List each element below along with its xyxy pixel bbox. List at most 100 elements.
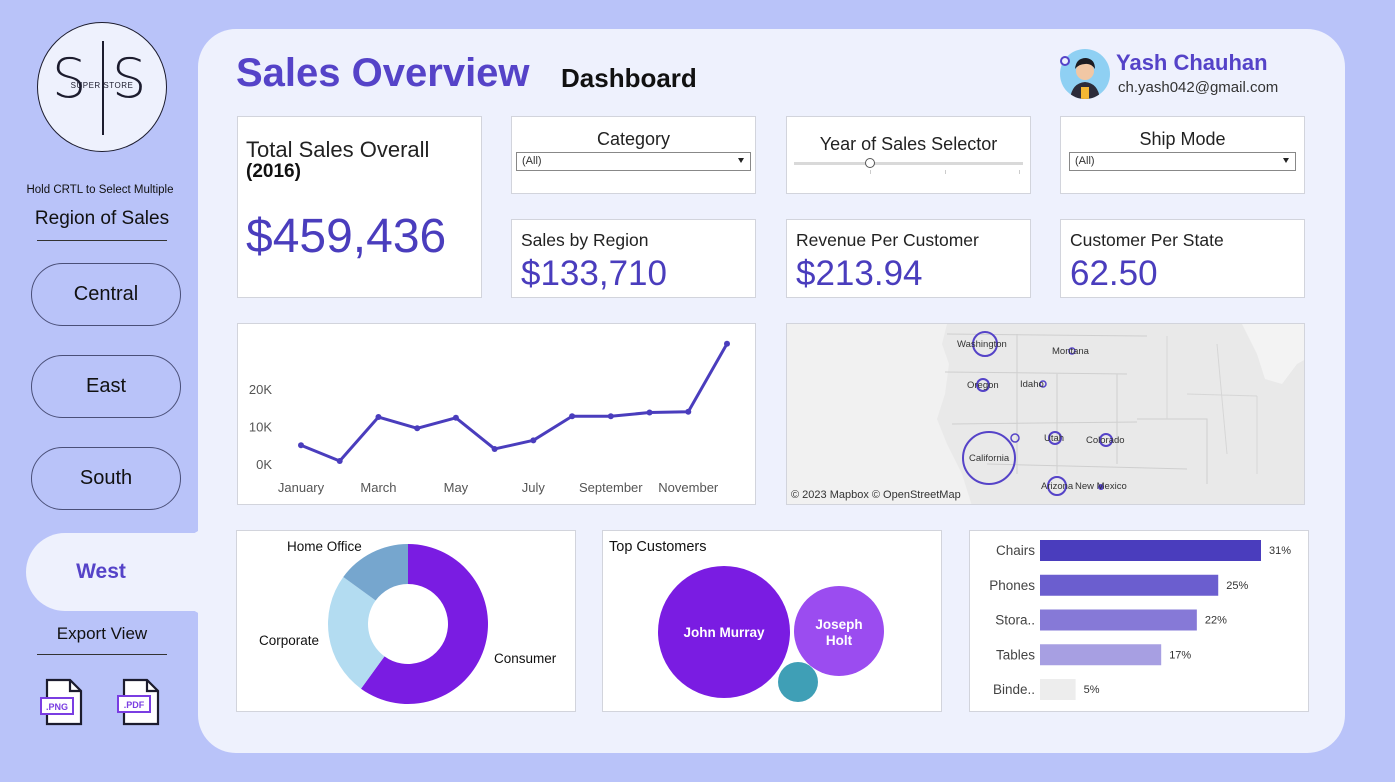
donut-chart-svg: Consumer Corporate Home Office <box>259 539 557 704</box>
map-label-new-mexico: New Mexico <box>1075 481 1127 492</box>
line-point[interactable] <box>646 409 653 416</box>
line-point[interactable] <box>414 425 421 432</box>
bar-value-label: 31% <box>1269 545 1291 557</box>
y-tick-label: 10K <box>249 419 272 434</box>
shipmode-filter-title: Ship Mode <box>1139 129 1226 149</box>
line-point[interactable] <box>452 414 459 421</box>
shipmode-select-value: (All) <box>1075 155 1095 167</box>
map-label-california: California <box>969 453 1010 464</box>
map-label-colorado: Colorado <box>1086 435 1125 446</box>
x-tick-label: May <box>444 480 469 495</box>
bar[interactable] <box>1040 574 1219 596</box>
logo-letter-right: S <box>112 47 147 110</box>
chevron-down-icon <box>1283 158 1289 163</box>
map-label-washington: Washington <box>957 339 1007 350</box>
bar-category-label: Phones <box>989 578 1035 593</box>
bar[interactable] <box>1040 540 1261 561</box>
line-point[interactable] <box>569 413 576 420</box>
category-filter-card: Category (All) <box>511 116 756 194</box>
sales-by-region-value: $133,710 <box>521 254 667 293</box>
region-button-west[interactable]: West <box>26 533 206 611</box>
export-divider <box>37 654 167 655</box>
sales-by-region-label: Sales by Region <box>521 230 649 250</box>
bar[interactable] <box>1040 609 1197 631</box>
map-svg: Washington Montana Oregon Idaho Utah Col… <box>787 324 1304 504</box>
map-label-arizona: Arizona <box>1041 481 1074 492</box>
page-subtitle: Dashboard <box>561 63 697 93</box>
region-title: Region of Sales <box>34 208 170 229</box>
customer-bubble-other[interactable] <box>778 662 818 702</box>
line-point[interactable] <box>607 413 614 420</box>
x-tick-label: January <box>278 480 325 495</box>
top-customers-bubbles: John Murray Joseph Holt <box>658 566 884 702</box>
year-slider-track[interactable] <box>794 162 1023 165</box>
x-tick-label: September <box>579 480 643 495</box>
shipmode-filter-card: Ship Mode (All) <box>1060 116 1305 194</box>
shipmode-select[interactable]: (All) <box>1069 152 1296 171</box>
line-point[interactable] <box>375 414 382 421</box>
bar-value-label: 25% <box>1226 580 1248 592</box>
bar-chart-svg: Chairs 31% Phones 25% Stora.. 22% Tables 17% Bin… <box>989 540 1291 700</box>
line-point[interactable] <box>491 445 498 452</box>
export-pdf-icon[interactable]: .PDF <box>117 678 163 726</box>
region-button-east[interactable]: East <box>31 355 181 418</box>
category-select-value: (All) <box>522 155 542 167</box>
map-label-idaho: Idaho <box>1020 379 1044 390</box>
sales-map[interactable]: Washington Montana Oregon Idaho Utah Col… <box>786 323 1305 505</box>
map-label-montana: Montana <box>1052 346 1090 357</box>
line-point[interactable] <box>336 457 343 464</box>
y-tick-label: 20K <box>249 382 272 397</box>
region-button-south[interactable]: South <box>31 447 181 510</box>
line-point[interactable] <box>298 442 304 449</box>
superstore-logo: S S SUPER STORE <box>37 22 167 152</box>
region-divider <box>37 240 167 241</box>
monthly-sales-line-chart: 0K 10K 20K January March May July September Nove… <box>237 323 756 505</box>
line-point[interactable] <box>530 437 537 444</box>
export-png-icon[interactable]: .PNG <box>40 678 86 726</box>
customer-per-state-value: 62.50 <box>1070 254 1158 293</box>
category-select[interactable]: (All) <box>516 152 751 171</box>
line-chart-svg: 0K 10K 20K January March May July September Nove… <box>249 340 730 495</box>
x-tick-label: March <box>360 480 396 495</box>
map-label-utah: Utah <box>1044 433 1064 444</box>
donut-slice-label: Home Office <box>287 539 362 554</box>
sidebar: S S SUPER STORE Hold CRTL to Select Mult… <box>0 0 206 782</box>
slider-tick <box>870 170 871 174</box>
bar-value-label: 5% <box>1084 684 1100 696</box>
customer-per-state-label: Customer Per State <box>1070 230 1224 250</box>
donut-slice-label: Consumer <box>494 651 557 666</box>
segment-donut-chart: Consumer Corporate Home Office <box>236 530 576 712</box>
sales-by-region-card: Sales by Region $133,710 <box>511 219 756 298</box>
bar-value-label: 17% <box>1169 649 1191 661</box>
total-sales-value: $459,436 <box>246 210 447 263</box>
status-dot <box>1060 56 1070 66</box>
bar[interactable] <box>1040 679 1076 700</box>
category-filter-title: Category <box>596 129 671 149</box>
region-button-central[interactable]: Central <box>31 263 181 326</box>
page-title: Sales Overview <box>236 51 530 95</box>
export-png-label: .PNG <box>46 702 68 712</box>
year-slider-thumb[interactable] <box>865 158 876 168</box>
y-tick-label: 0K <box>256 457 272 472</box>
user-name: Yash Chauhan <box>1116 50 1268 75</box>
donut-slice-label: Corporate <box>259 633 319 648</box>
map-label-oregon: Oregon <box>967 380 999 391</box>
line-point[interactable] <box>724 340 730 347</box>
bar[interactable] <box>1040 644 1162 666</box>
slider-tick <box>945 170 946 174</box>
logo-text: SUPER STORE <box>70 81 134 90</box>
bar-value-label: 22% <box>1205 615 1227 627</box>
year-filter-card: Year of Sales Selector <box>786 116 1031 194</box>
map-attribution: © 2023 Mapbox © OpenStreetMap <box>791 489 961 501</box>
chevron-down-icon <box>738 158 744 163</box>
main-panel: Sales Overview Dashboard Yash Chauhan ch… <box>198 29 1345 753</box>
line-point[interactable] <box>685 408 692 415</box>
total-sales-label: Total Sales Overall <box>246 137 430 162</box>
total-sales-card: Total Sales Overall (2016) $459,436 <box>237 116 482 298</box>
revenue-per-customer-label: Revenue Per Customer <box>796 230 979 250</box>
top-customers-card: Top Customers John Murray Joseph Holt <box>602 530 942 712</box>
export-title: Export View <box>56 624 148 643</box>
export-pdf-label: .PDF <box>124 700 145 710</box>
customer-per-state-card: Customer Per State 62.50 <box>1060 219 1305 298</box>
sales-line <box>300 343 729 463</box>
